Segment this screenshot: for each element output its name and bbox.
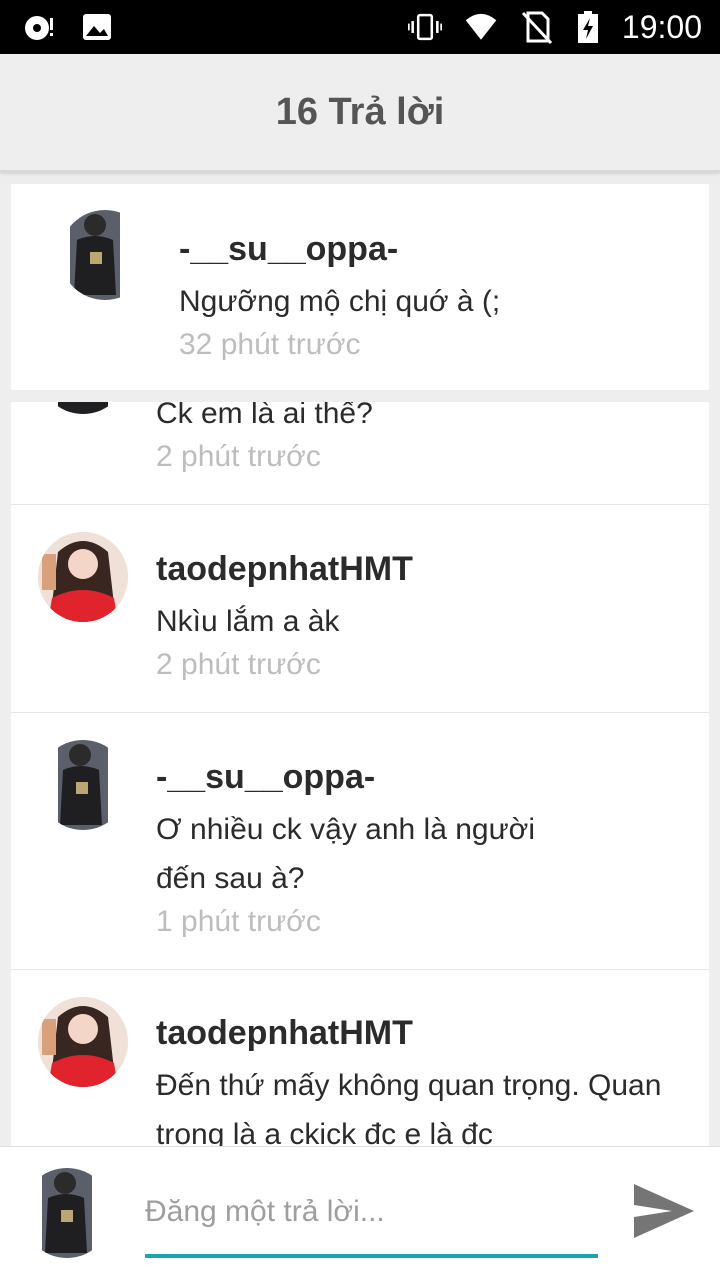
reply-username[interactable]: taodepnhatHMT — [156, 1014, 413, 1053]
reply-text-line2: đến sau à? — [156, 862, 305, 895]
divider — [11, 969, 709, 970]
avatar[interactable] — [38, 532, 128, 622]
divider — [11, 712, 709, 713]
avatar — [22, 1168, 112, 1258]
reply-text-line2: trọng là a ckick đc e là đc — [156, 1118, 493, 1146]
send-icon — [634, 1184, 694, 1238]
parent-comment-card: -__su__oppa- Ngưỡng mộ chị quớ à (; 32 p… — [11, 184, 709, 390]
debug-icon — [25, 16, 53, 40]
image-icon — [83, 14, 111, 40]
comment-username[interactable]: -__su__oppa- — [179, 230, 398, 269]
replies-list[interactable]: Ck em là ai thế? 2 phút trước taodepnhat… — [11, 402, 709, 1146]
reply-text-line1: Ơ nhiều ck vậy anh là người — [156, 813, 536, 846]
reply-time: 1 phút trước — [156, 905, 321, 938]
wifi-icon — [465, 13, 497, 40]
send-button[interactable] — [628, 1176, 698, 1246]
avatar[interactable] — [38, 997, 128, 1087]
comment-time: 32 phút trước — [179, 328, 361, 361]
reply-username[interactable]: -__su__oppa- — [156, 758, 375, 797]
comment-text: Ngưỡng mộ chị quớ à (; — [179, 285, 501, 318]
reply-time: 2 phút trước — [156, 648, 321, 681]
reply-input[interactable] — [145, 1186, 597, 1238]
reply-text-line1: Đến thứ mấy không quan trọng. Quan — [156, 1069, 662, 1102]
status-bar: 19:00 — [0, 0, 720, 54]
reply-time: 2 phút trước — [156, 440, 321, 473]
battery-charging-icon — [577, 11, 598, 43]
avatar[interactable] — [60, 210, 150, 300]
app-header: 16 Trả lời — [0, 54, 720, 172]
avatar[interactable] — [38, 740, 128, 830]
vibrate-icon — [407, 13, 442, 41]
avatar[interactable] — [38, 402, 128, 414]
input-underline — [145, 1254, 598, 1258]
status-time: 19:00 — [621, 9, 702, 45]
reply-username[interactable]: taodepnhatHMT — [156, 550, 413, 589]
reply-text: Nkìu lắm a àk — [156, 605, 340, 638]
reply-text: Ck em là ai thế? — [156, 402, 373, 430]
divider — [11, 504, 709, 505]
page-title: 16 Trả lời — [275, 90, 445, 133]
no-sim-icon — [521, 11, 553, 44]
